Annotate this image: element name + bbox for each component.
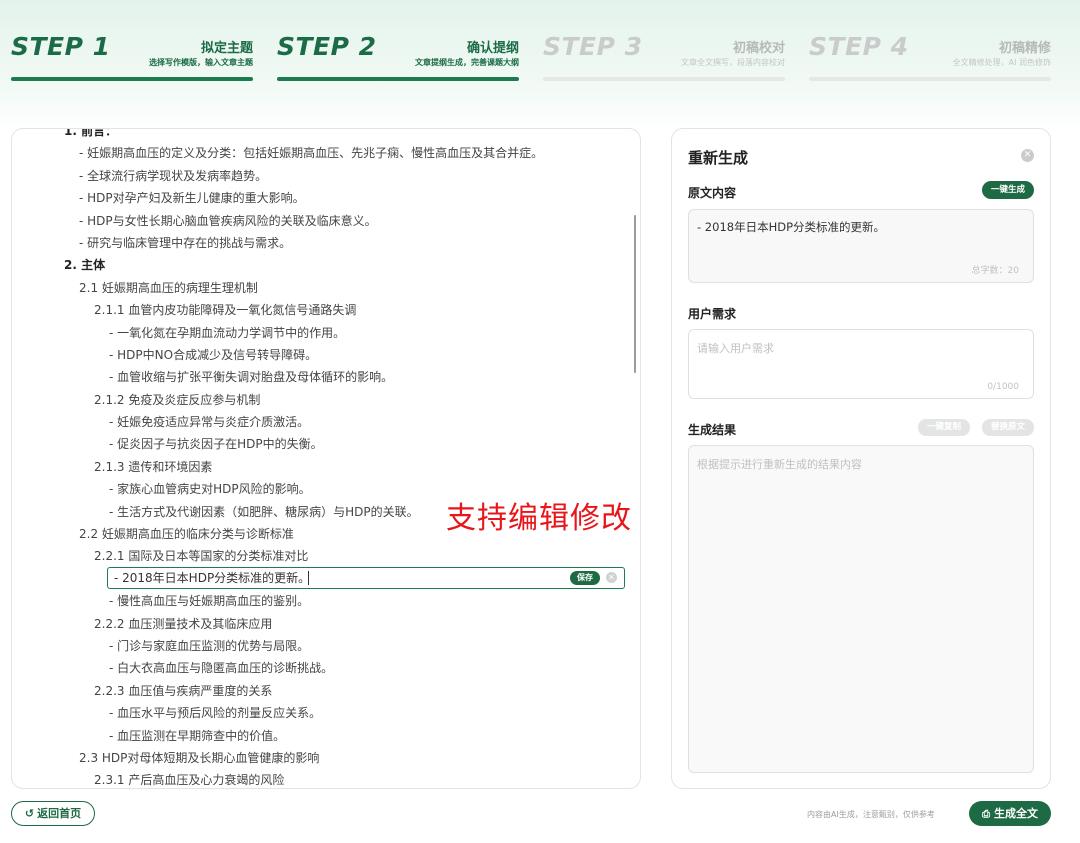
- outline-line[interactable]: - HDP中NO合成减少及信号转导障碍。: [12, 344, 640, 366]
- annotation-text: 支持编辑修改: [446, 501, 632, 536]
- edit-field-value[interactable]: - 2018年日本HDP分类标准的更新。: [114, 568, 310, 588]
- outline-line[interactable]: - 妊娠免疫适应异常与炎症介质激活。: [12, 411, 640, 433]
- outline-line[interactable]: - 血管收缩与扩张平衡失调对胎盘及母体循环的影响。: [12, 366, 640, 388]
- step-title: 初稿精修: [998, 41, 1051, 56]
- outline-line[interactable]: - 促炎因子与抗炎因子在HDP中的失衡。: [12, 433, 640, 455]
- outline-line[interactable]: 2.3.1 产后高血压及心力衰竭的风险: [12, 769, 640, 788]
- step-4[interactable]: STEP 4 初稿精修 全文精修处理，AI 润色修饰: [809, 30, 1051, 85]
- step-progress-bar: [543, 77, 785, 81]
- outline-line[interactable]: - 血压水平与预后风险的剂量反应关系。: [12, 702, 640, 724]
- step-title: 确认提纲: [466, 41, 519, 56]
- back-home-button[interactable]: ↺ 返回首页: [11, 801, 95, 826]
- result-label: 生成结果: [688, 423, 737, 437]
- step-3[interactable]: STEP 3 初稿校对 文章全文撰写，段落内容校对: [543, 30, 785, 85]
- outline-line[interactable]: - 妊娠期高血压的定义及分类：包括妊娠期高血压、先兆子痫、慢性高血压及其合并症。: [12, 142, 640, 164]
- result-placeholder: 根据提示进行重新生成的结果内容: [697, 458, 862, 471]
- generate-full-text-button[interactable]: ⎙ 生成全文: [969, 801, 1051, 826]
- copy-button[interactable]: 一键复制: [917, 419, 970, 436]
- step-progress: STEP 1 拟定主题 选择写作模版，输入文章主题 STEP 2 确认提纲 文章…: [11, 30, 1071, 90]
- outline-line[interactable]: 1. 前言：: [12, 129, 640, 142]
- step-progress-bar: [11, 77, 253, 81]
- outline-line[interactable]: - HDP与女性长期心脑血管疾病风险的关联及临床意义。: [12, 210, 640, 232]
- outline-line[interactable]: - 研究与临床管理中存在的挑战与需求。: [12, 232, 640, 254]
- regenerate-panel: 重新生成 ✕ 原文内容 一键生成 - 2018年日本HDP分类标准的更新。 总字…: [671, 128, 1051, 789]
- step-description: 选择写作模版，输入文章主题: [149, 58, 253, 67]
- outline-list[interactable]: 1. 前言： - 妊娠期高血压的定义及分类：包括妊娠期高血压、先兆子痫、慢性高血压…: [12, 129, 640, 788]
- outline-line[interactable]: - 一氧化氮在孕期血流动力学调节中的作用。: [12, 322, 640, 344]
- result-box: 根据提示进行重新生成的结果内容: [688, 445, 1034, 773]
- outline-line[interactable]: - 门诊与家庭血压监测的优势与局限。: [12, 635, 640, 657]
- outline-edit-field[interactable]: - 2018年日本HDP分类标准的更新。 保存 ✕: [107, 567, 625, 589]
- return-icon: ↺: [24, 807, 35, 820]
- step-description: 全文精修处理，AI 润色修饰: [952, 58, 1051, 67]
- outline-line[interactable]: - 血压监测在早期筛查中的价值。: [12, 725, 640, 747]
- text-caret: [308, 571, 309, 585]
- scrollbar[interactable]: [634, 215, 636, 373]
- close-icon[interactable]: ✕: [1021, 149, 1034, 162]
- char-counter: 0/1000: [987, 382, 1019, 392]
- outline-line[interactable]: 2.1 妊娠期高血压的病理生理机制: [12, 277, 640, 299]
- original-content-box: - 2018年日本HDP分类标准的更新。 总字数：20: [688, 209, 1034, 283]
- step-number: STEP 4: [809, 32, 909, 61]
- step-2[interactable]: STEP 2 确认提纲 文章提纲生成，完善课题大纲: [277, 30, 519, 85]
- step-progress-bar: [277, 77, 519, 81]
- step-title: 拟定主题: [200, 41, 253, 56]
- save-button[interactable]: 保存: [570, 571, 600, 585]
- outline-line[interactable]: 2.2.1 国际及日本等国家的分类标准对比: [12, 545, 640, 567]
- document-icon: ⎙: [982, 809, 990, 820]
- generate-full-text-label: 生成全文: [994, 807, 1038, 820]
- user-requirement-input[interactable]: 请输入用户需求 0/1000: [688, 329, 1034, 399]
- step-number: STEP 1: [11, 32, 111, 61]
- back-home-label: 返回首页: [37, 807, 82, 820]
- outline-line[interactable]: 2.1.2 免疫及炎症反应参与机制: [12, 389, 640, 411]
- outline-panel[interactable]: 1. 前言： - 妊娠期高血压的定义及分类：包括妊娠期高血压、先兆子痫、慢性高血压…: [11, 128, 641, 789]
- outline-line[interactable]: - HDP对孕产妇及新生儿健康的重大影响。: [12, 187, 640, 209]
- original-content-text: - 2018年日本HDP分类标准的更新。: [697, 220, 886, 234]
- outline-line[interactable]: 2.1.3 遗传和环境因素: [12, 456, 640, 478]
- step-title: 初稿校对: [732, 41, 785, 56]
- step-number: STEP 2: [277, 32, 377, 61]
- word-count: 总字数：20: [971, 266, 1019, 276]
- outline-line[interactable]: 2.1.1 血管内皮功能障碍及一氧化氮信号通路失调: [12, 299, 640, 321]
- user-requirement-placeholder: 请输入用户需求: [697, 342, 774, 355]
- step-number: STEP 3: [543, 32, 643, 61]
- outline-line[interactable]: 2.2.2 血压测量技术及其临床应用: [12, 613, 640, 635]
- step-description: 文章提纲生成，完善课题大纲: [415, 58, 519, 67]
- original-content-label: 原文内容: [688, 186, 737, 200]
- step-description: 文章全文撰写，段落内容校对: [681, 58, 785, 67]
- one-click-generate-button[interactable]: 一键生成: [981, 181, 1034, 199]
- panel-title: 重新生成: [688, 149, 749, 167]
- outline-line[interactable]: 2. 主体: [12, 254, 640, 276]
- outline-line[interactable]: 2.3 HDP对母体短期及长期心血管健康的影响: [12, 747, 640, 769]
- outline-line[interactable]: - 慢性高血压与妊娠期高血压的鉴别。: [12, 590, 640, 612]
- user-requirement-label: 用户需求: [688, 307, 737, 321]
- ai-disclaimer: 内容由AI生成，注意甄别，仅供参考: [807, 810, 935, 819]
- step-1[interactable]: STEP 1 拟定主题 选择写作模版，输入文章主题: [11, 30, 253, 85]
- replace-original-button[interactable]: 替换原文: [981, 419, 1034, 436]
- outline-line[interactable]: 2.2.3 血压值与疾病严重度的关系: [12, 680, 640, 702]
- outline-line[interactable]: - 白大衣高血压与隐匿高血压的诊断挑战。: [12, 657, 640, 679]
- clear-icon[interactable]: ✕: [606, 572, 617, 583]
- step-progress-bar: [809, 77, 1051, 81]
- outline-line[interactable]: - 全球流行病学现状及发病率趋势。: [12, 165, 640, 187]
